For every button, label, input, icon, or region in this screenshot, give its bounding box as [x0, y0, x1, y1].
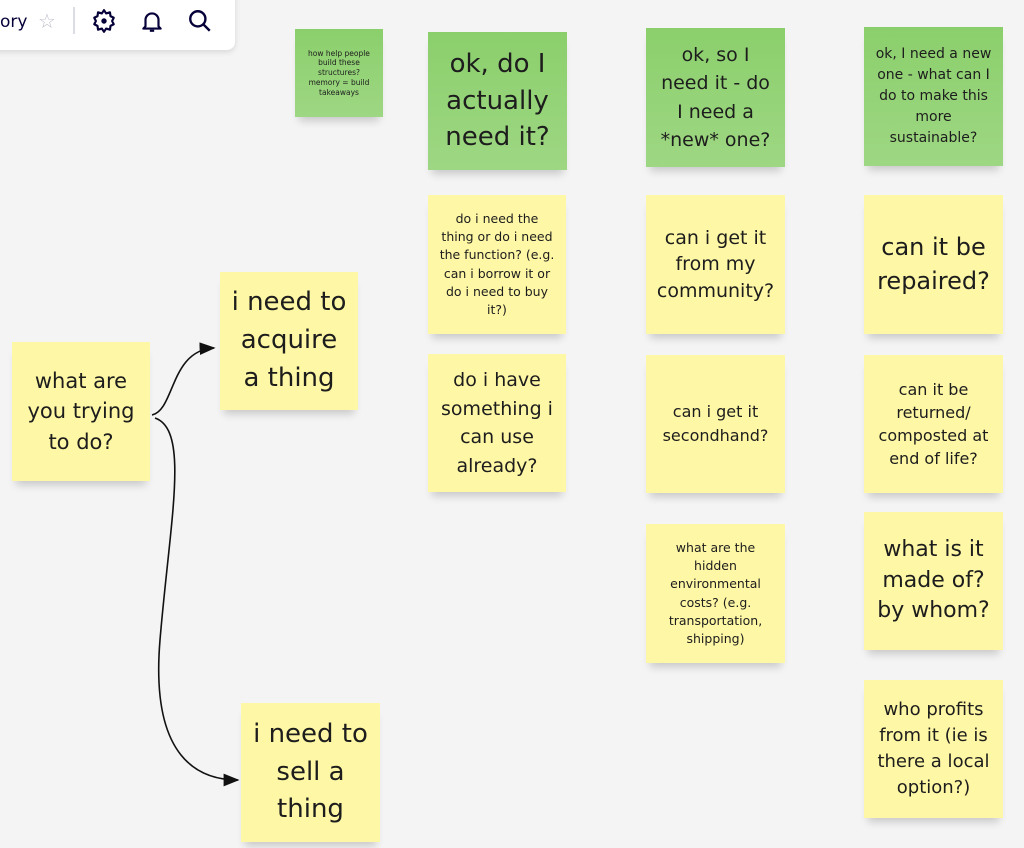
- sticky-note-col3-3[interactable]: what is it made of? by whom?: [864, 512, 1003, 650]
- sticky-note-acquire[interactable]: i need to acquire a thing: [220, 272, 358, 410]
- sticky-note-col3-2[interactable]: can it be returned/ composted at end of …: [864, 355, 1003, 493]
- sticky-note-col2-1[interactable]: can i get it from my community?: [646, 195, 785, 334]
- connector-to-acquire: [151, 342, 216, 416]
- connector-to-sell: [154, 417, 240, 787]
- sticky-note-col3-1[interactable]: can it be repaired?: [864, 195, 1003, 334]
- sticky-note-memo[interactable]: how help people build these structures? …: [295, 29, 383, 117]
- sticky-note-sell[interactable]: i need to sell a thing: [241, 703, 380, 842]
- sticky-note-green-2[interactable]: ok, so I need it - do I need a *new* one…: [646, 28, 785, 167]
- sticky-note-col3-4[interactable]: who profits from it (ie is there a local…: [864, 680, 1003, 818]
- sticky-note-col2-3[interactable]: what are the hidden environmental costs?…: [646, 524, 785, 663]
- sticky-note-col2-2[interactable]: can i get it secondhand?: [646, 355, 785, 493]
- sticky-note-start[interactable]: what are you trying to do?: [12, 342, 150, 481]
- sticky-note-green-3[interactable]: ok, I need a new one - what can I do to …: [864, 27, 1003, 166]
- sticky-note-green-1[interactable]: ok, do I actually need it?: [428, 32, 567, 170]
- sticky-note-col1-1[interactable]: do i need the thing or do i need the fun…: [428, 195, 566, 334]
- sticky-note-col1-2[interactable]: do i have something i can use already?: [428, 354, 566, 492]
